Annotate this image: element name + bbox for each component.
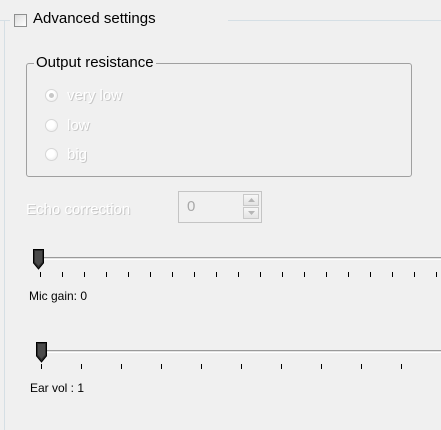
radio-low-button[interactable] [45,119,58,132]
radio-very-low-button[interactable] [45,89,58,102]
slider-tick [392,272,393,277]
slider-tick [40,272,41,277]
ear-vol-thumb[interactable] [36,342,47,363]
slider-tick [172,272,173,277]
slider-tick [281,364,282,369]
slider-tick [260,272,261,277]
group-border-left [4,20,5,430]
chevron-up-icon [247,198,255,202]
radio-big-label: big [67,146,88,163]
radio-very-low-label: very low [67,87,123,104]
echo-correction-label: Echo correction [26,201,131,218]
mic-gain-track [36,257,441,260]
slider-tick [321,364,322,369]
mic-gain-thumb[interactable] [33,249,44,270]
slider-tick [41,364,42,369]
slider-tick [201,364,202,369]
ear-vol-label: Ear vol : 1 [30,381,85,395]
echo-correction-value[interactable]: 0 [187,198,195,215]
radio-low-label: low [67,117,90,134]
slider-tick [326,272,327,277]
slider-tick [81,364,82,369]
spin-up-button[interactable] [243,194,259,206]
slider-tick [62,272,63,277]
slider-tick [436,272,437,277]
advanced-settings-panel: Advanced settings Output resistance very… [0,0,441,430]
slider-tick [348,272,349,277]
slider-tick [150,272,151,277]
spin-down-button[interactable] [243,207,259,219]
spin-buttons [243,194,259,220]
advanced-settings-label: Advanced settings [33,10,156,27]
slider-tick [84,272,85,277]
slider-tick [106,272,107,277]
slider-tick [361,364,362,369]
ear-vol-track [36,350,441,353]
slider-tick [128,272,129,277]
slider-tick [282,272,283,277]
slider-tick [238,272,239,277]
group-border-left-top [0,20,10,21]
slider-tick [161,364,162,369]
group-border-right-top [228,20,441,21]
slider-tick [216,272,217,277]
slider-tick [241,364,242,369]
radio-big-button[interactable] [45,148,58,161]
slider-tick [370,272,371,277]
slider-tick [414,272,415,277]
slider-tick [121,364,122,369]
slider-tick [401,364,402,369]
chevron-down-icon [247,211,255,215]
slider-tick [304,272,305,277]
advanced-settings-checkbox[interactable] [14,14,27,27]
mic-gain-label: Mic gain: 0 [29,289,88,303]
echo-correction-spinbox[interactable]: 0 [178,191,262,223]
output-resistance-title: Output resistance [34,54,156,71]
slider-tick [194,272,195,277]
